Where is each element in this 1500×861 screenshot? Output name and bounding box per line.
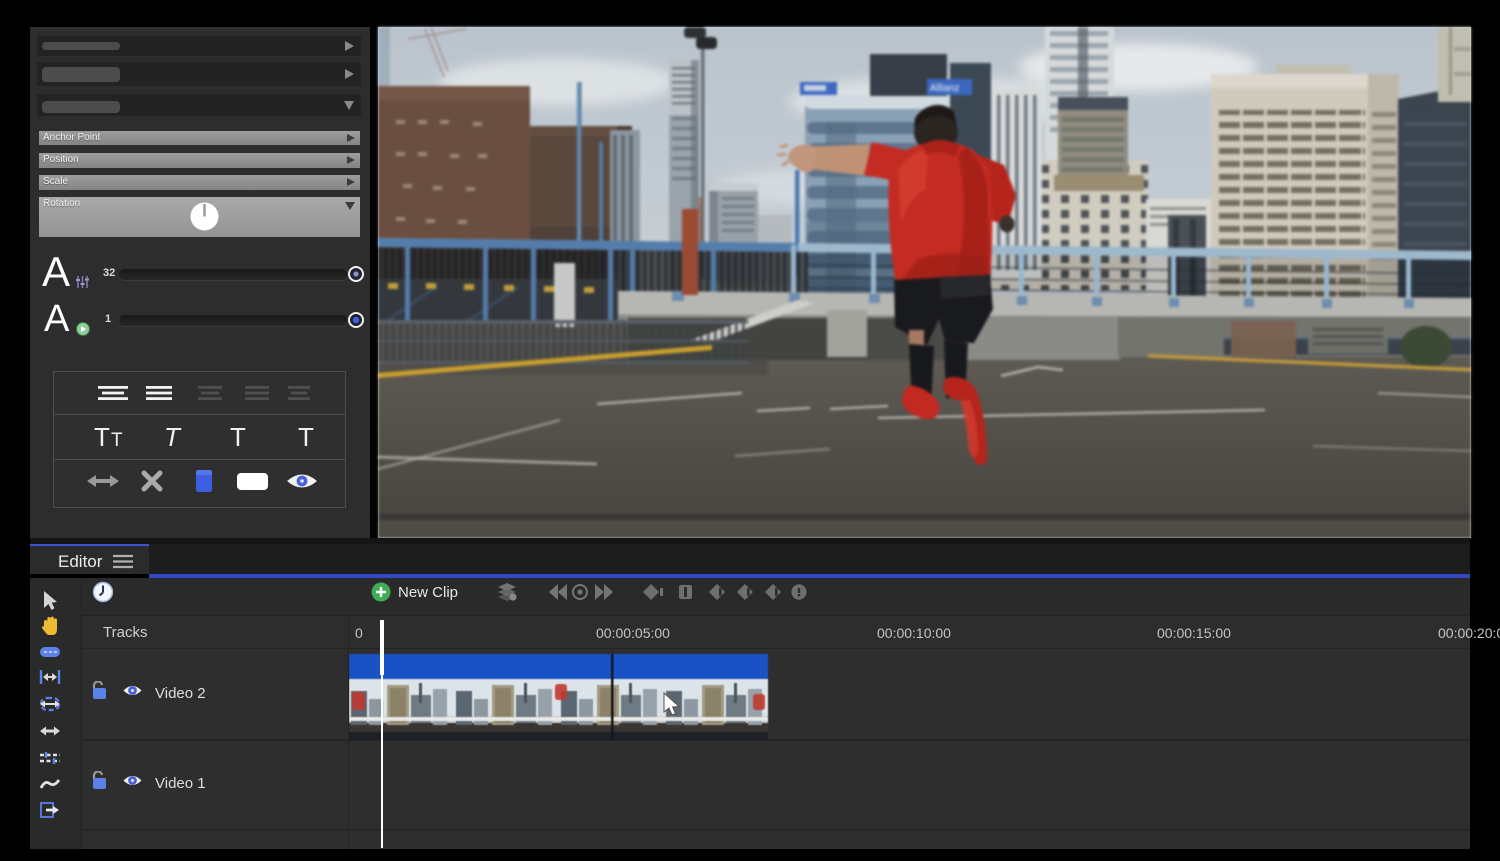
svg-text:T: T (164, 422, 182, 452)
svg-text:T: T (298, 422, 314, 452)
svg-text:T: T (94, 422, 110, 452)
svg-text:T: T (111, 430, 123, 451)
svg-text:T: T (230, 422, 246, 452)
